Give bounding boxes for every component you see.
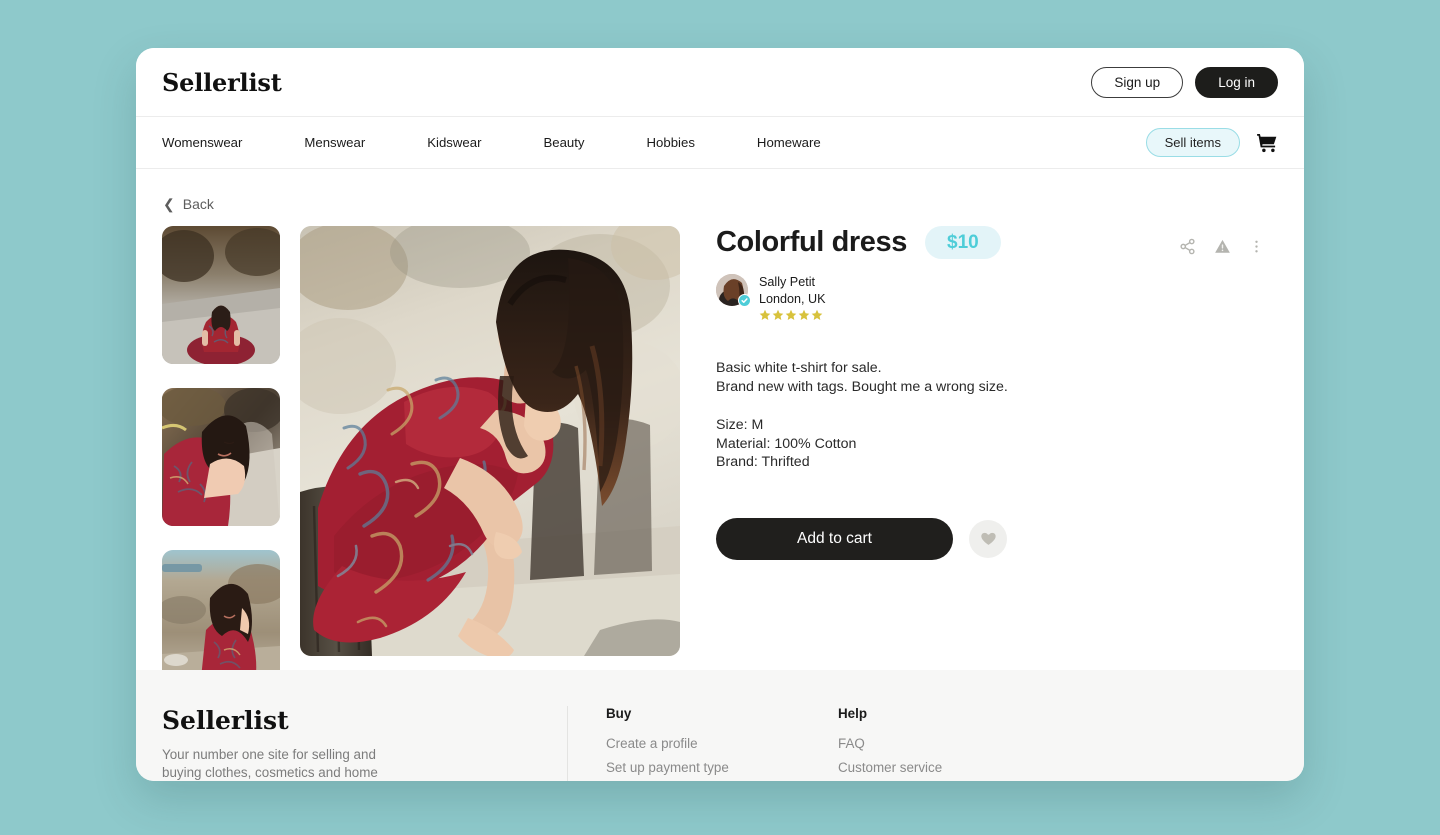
page-title: Colorful dress [716, 226, 907, 258]
footer-link-create-a-profile[interactable]: Create a profile [606, 736, 800, 751]
product-cta-row: Add to cart [716, 517, 1278, 560]
footer-link-customer-service[interactable]: Customer service [838, 760, 1032, 775]
nav-item-hobbies[interactable]: Hobbies [647, 135, 695, 150]
spec-size: Size: M [716, 417, 764, 434]
gallery-thumbnail-2[interactable] [162, 388, 280, 526]
category-nav: Womenswear Menswear Kidswear Beauty Hobb… [136, 116, 1304, 169]
app-card: Sellerlist Sign up Log in Womenswear Men… [136, 48, 1304, 781]
price-badge: $10 [925, 226, 1001, 259]
gallery-thumbnail-1[interactable] [162, 226, 280, 364]
avatar-wrapper [716, 274, 751, 307]
back-link[interactable]: ❮ Back [136, 169, 214, 212]
brand-logo[interactable]: Sellerlist [162, 68, 282, 97]
nav-item-womenswear[interactable]: Womenswear [162, 135, 242, 150]
site-header: Sellerlist Sign up Log in [136, 48, 1304, 116]
seller-name: Sally Petit [759, 275, 815, 289]
back-label: Back [182, 196, 214, 212]
product-hero-image[interactable] [300, 226, 680, 656]
gallery-thumbnail-3[interactable] [162, 550, 280, 688]
product-section: Colorful dress $10 Sally Petit London, U… [136, 212, 1304, 688]
nav-links: Womenswear Menswear Kidswear Beauty Hobb… [162, 135, 821, 150]
footer-column-title-buy: Buy [606, 706, 632, 721]
description-line-1: Basic white t-shirt for sale. [716, 360, 882, 377]
seller-meta: Sally Petit London, UK [759, 274, 826, 321]
product-details: Colorful dress $10 Sally Petit London, U… [700, 226, 1278, 688]
verified-check-icon [738, 294, 751, 307]
footer-brand-logo[interactable]: Sellerlist [162, 706, 537, 735]
shopping-cart-icon[interactable] [1256, 132, 1278, 154]
spec-brand: Brand: Thrifted [716, 454, 810, 471]
header-actions: Sign up Log in [1091, 66, 1278, 98]
seller-location: London, UK [759, 291, 826, 306]
chevron-left-icon: ❮ [163, 196, 175, 212]
footer-link-faq[interactable]: FAQ [838, 736, 1032, 751]
nav-item-menswear[interactable]: Menswear [304, 135, 365, 150]
nav-item-homeware[interactable]: Homeware [757, 135, 821, 150]
sell-items-button[interactable]: Sell items [1145, 128, 1240, 157]
site-footer: Sellerlist Your number one site for sell… [136, 670, 1304, 781]
footer-tagline: Your number one site for selling and buy… [162, 747, 378, 781]
sign-up-button[interactable]: Sign up [1091, 66, 1184, 98]
product-description: Basic white t-shirt for sale. Brand new … [716, 359, 1278, 471]
add-to-cart-button[interactable]: Add to cart [716, 517, 953, 560]
footer-column-title-help: Help [838, 706, 868, 721]
description-line-2: Brand new with tags. Bought me a wrong s… [716, 378, 1008, 395]
more-vertical-icon[interactable] [1249, 238, 1264, 255]
footer-brand-column: Sellerlist Your number one site for sell… [162, 706, 568, 781]
share-icon[interactable] [1179, 238, 1196, 255]
nav-item-beauty[interactable]: Beauty [543, 135, 584, 150]
favorite-button[interactable] [969, 519, 1007, 558]
seller-rating-stars [759, 309, 826, 321]
nav-right-actions: Sell items [1145, 128, 1278, 157]
product-action-icons [1179, 238, 1264, 255]
report-warning-icon[interactable] [1214, 238, 1231, 255]
nav-item-kidswear[interactable]: Kidswear [427, 135, 481, 150]
footer-link-set-up-payment-type[interactable]: Set up payment type [606, 760, 800, 775]
heart-icon [980, 530, 997, 547]
spec-material: Material: 100% Cotton [716, 435, 857, 452]
footer-column-buy: Buy Create a profile Set up payment type [568, 706, 800, 781]
footer-column-help: Help FAQ Customer service [800, 706, 1032, 781]
seller-info[interactable]: Sally Petit London, UK [716, 274, 1278, 321]
gallery-thumbnails [162, 226, 280, 688]
log-in-button[interactable]: Log in [1195, 66, 1278, 98]
